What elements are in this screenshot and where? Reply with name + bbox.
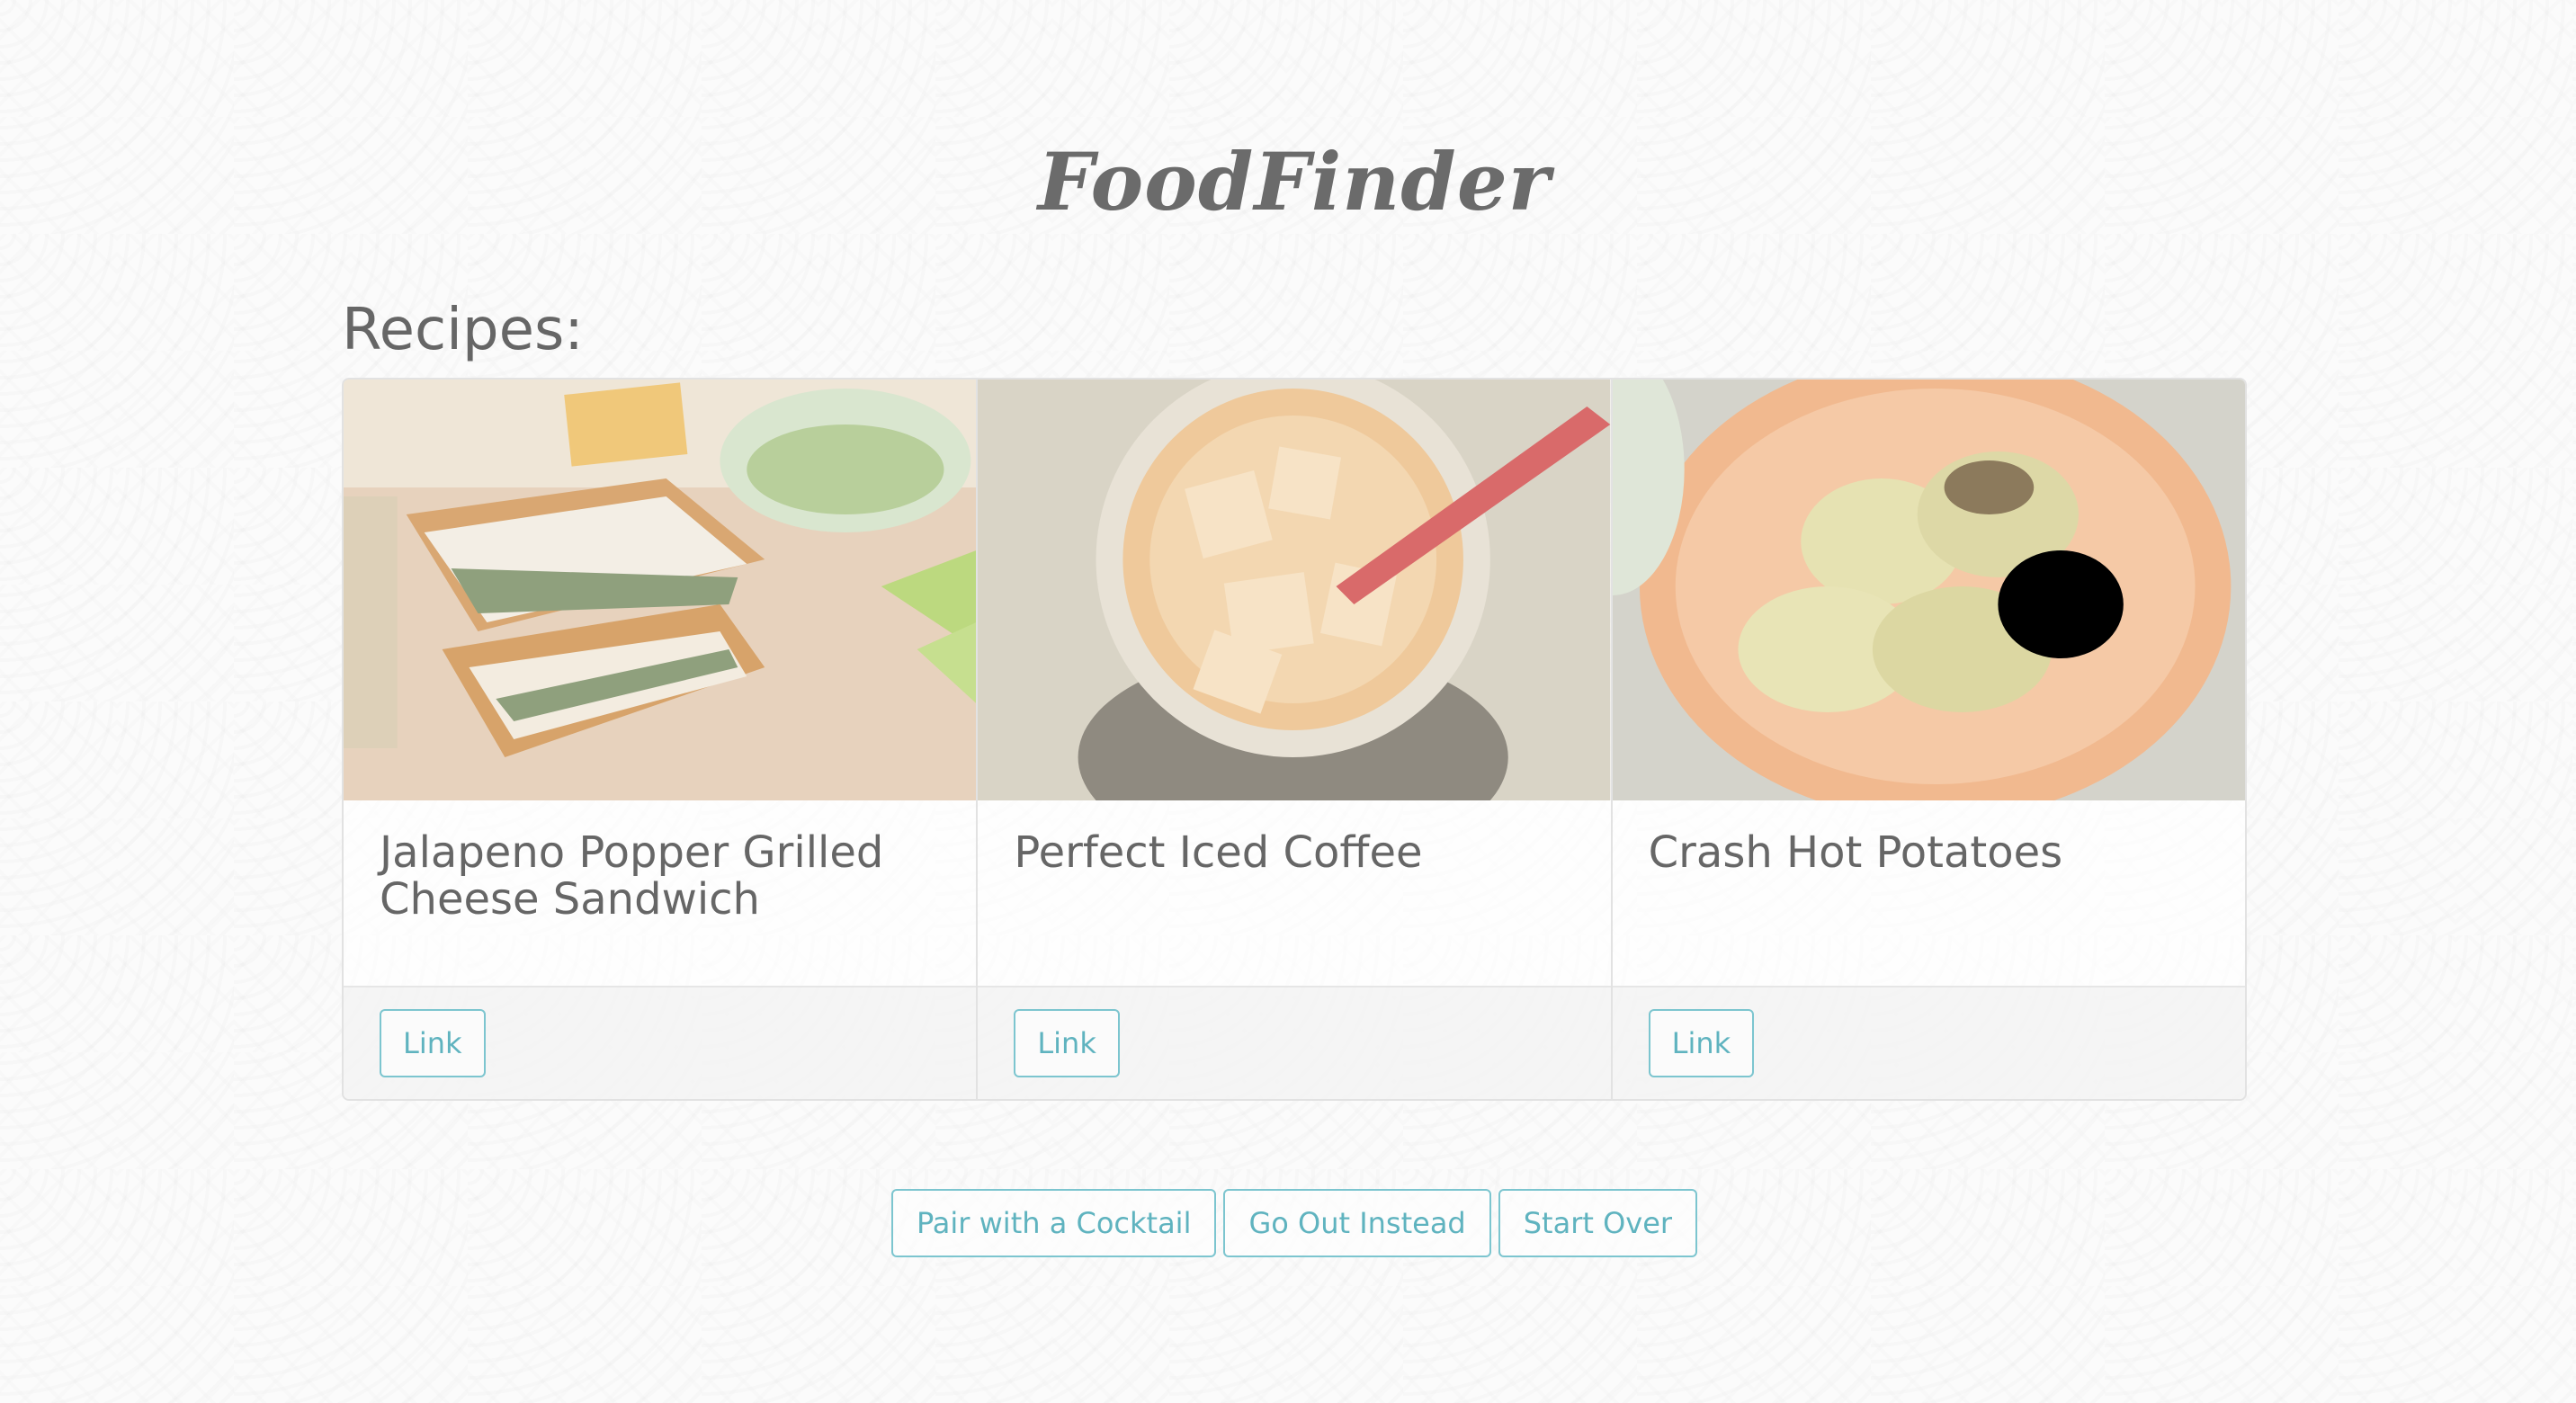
recipe-card: Crash Hot Potatoes Link — [1612, 380, 2245, 1099]
recipe-card-footer: Link — [978, 986, 1611, 1099]
recipe-link-button[interactable]: Link — [1014, 1009, 1120, 1077]
recipes-heading: Recipes: — [342, 297, 584, 363]
potatoes-photo-icon — [1612, 380, 2245, 800]
iced-coffee-photo-icon — [978, 380, 1611, 800]
recipe-title: Jalapeno Popper Grilled Cheese Sandwich — [380, 827, 884, 925]
recipe-card-deck: Jalapeno Popper Grilled Cheese Sandwich … — [342, 378, 2247, 1101]
pair-cocktail-button[interactable]: Pair with a Cocktail — [890, 1189, 1217, 1257]
app-logo-title: FoodFinder — [1037, 135, 1552, 228]
recipe-title: Perfect Iced Coffee — [1014, 827, 1423, 878]
start-over-button[interactable]: Start Over — [1498, 1189, 1698, 1257]
recipe-card: Perfect Iced Coffee Link — [978, 380, 1613, 1099]
recipe-image-iced-coffee[interactable] — [978, 380, 1611, 800]
action-button-group: Pair with a Cocktail Go Out Instead Star… — [342, 1189, 2247, 1257]
recipe-link-button[interactable]: Link — [380, 1009, 486, 1077]
page-container: FoodFinder Recipes: Jalapeno Popper Gril… — [342, 0, 2247, 1403]
recipe-card-footer: Link — [1612, 986, 2245, 1099]
recipe-card-footer: Link — [344, 986, 977, 1099]
recipe-image-grilled-cheese[interactable] — [344, 380, 977, 800]
recipe-link-button[interactable]: Link — [1648, 1009, 1755, 1077]
recipe-title: Crash Hot Potatoes — [1648, 827, 2063, 878]
go-out-button[interactable]: Go Out Instead — [1223, 1189, 1491, 1257]
recipe-image-potatoes[interactable] — [1612, 380, 2245, 800]
recipe-card: Jalapeno Popper Grilled Cheese Sandwich … — [344, 380, 979, 1099]
grilled-cheese-photo-icon — [344, 380, 977, 800]
